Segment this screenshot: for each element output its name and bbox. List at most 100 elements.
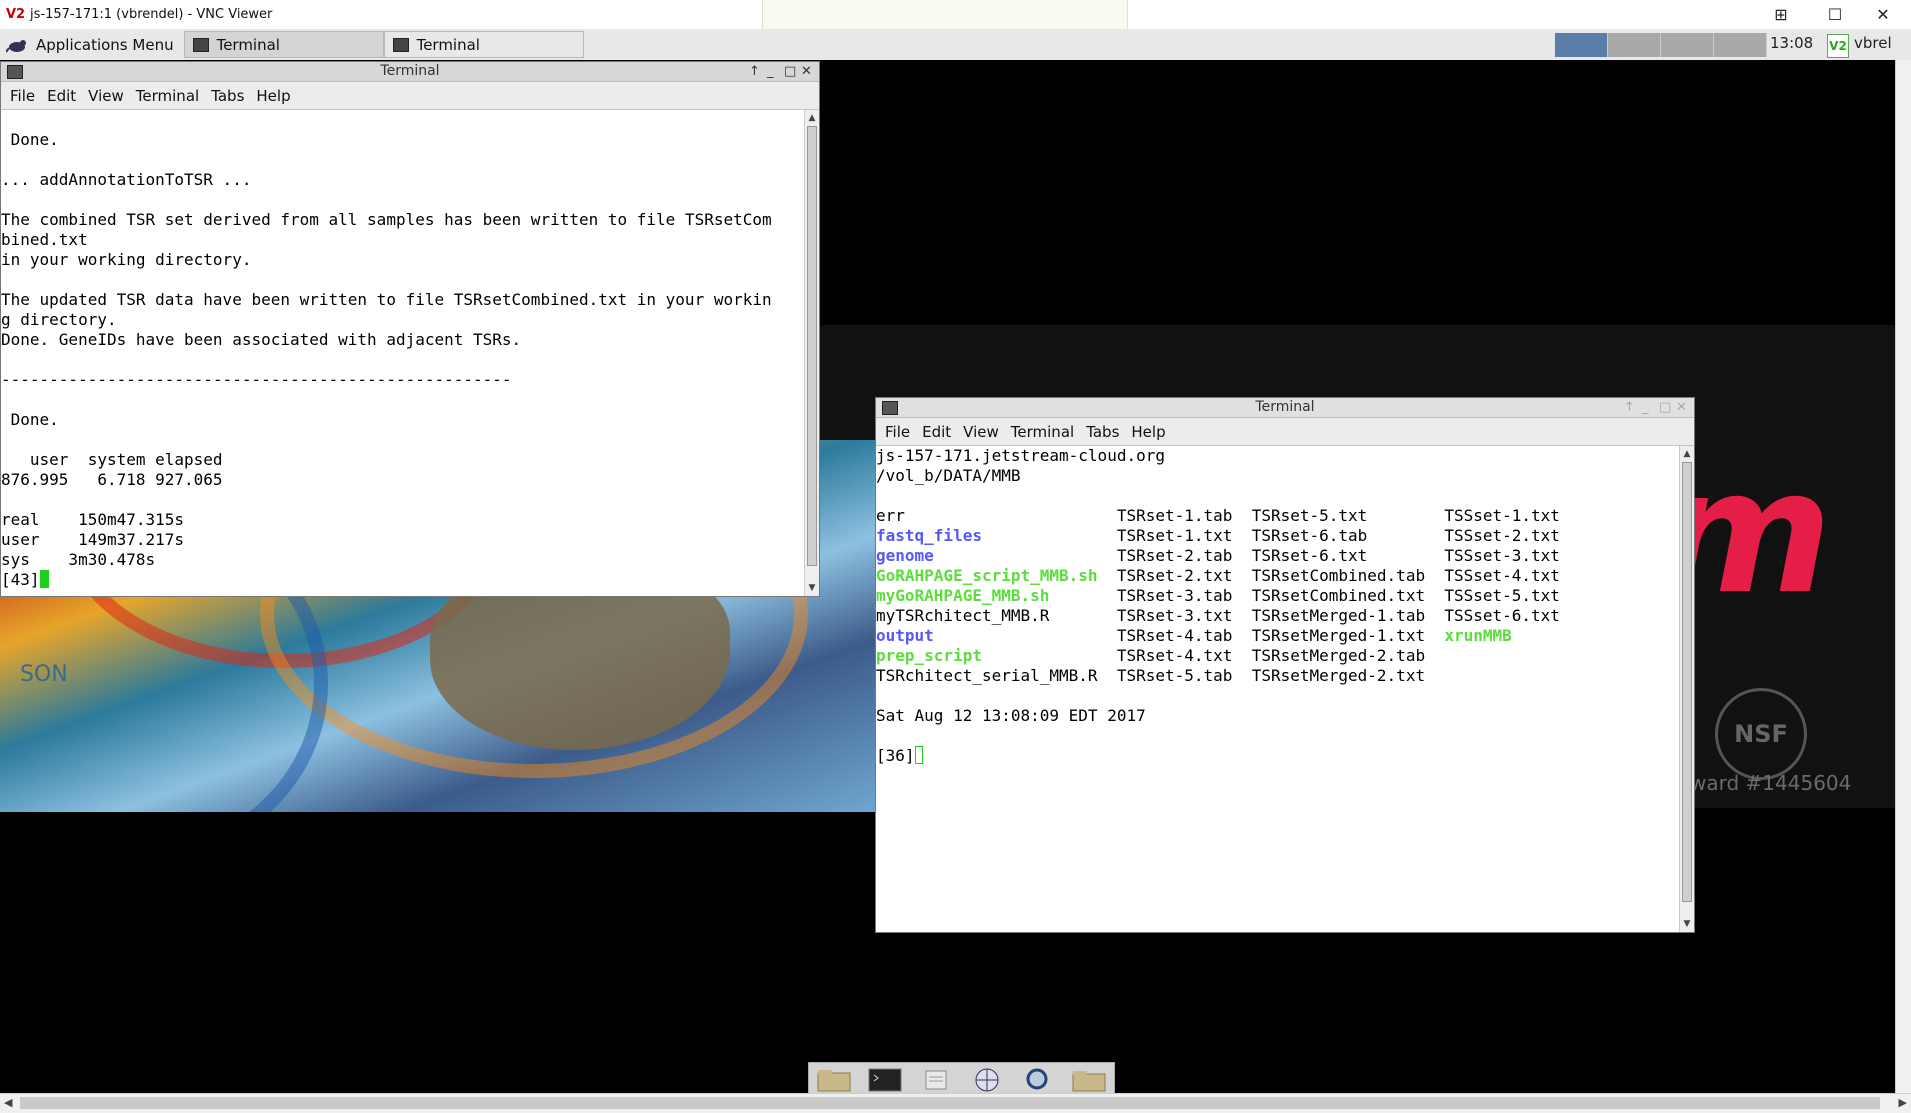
- terminal-scrollbar[interactable]: ▲ ▼: [1679, 446, 1694, 932]
- menu-file[interactable]: File: [885, 423, 910, 441]
- wallpaper-award-text: ward #1445604: [1690, 771, 1852, 795]
- file-entry: TSRsetMerged-1.txt: [1251, 626, 1426, 645]
- menu-terminal[interactable]: Terminal: [1011, 423, 1074, 441]
- shade-icon[interactable]: ↑: [749, 62, 760, 81]
- scroll-left-icon[interactable]: ◀: [4, 1096, 12, 1109]
- scroll-down-icon[interactable]: ▼: [806, 582, 818, 594]
- taskbar-item-terminal-2[interactable]: Terminal: [383, 31, 584, 58]
- file-entry: TSRset-4.txt: [1116, 646, 1233, 665]
- scroll-up-icon[interactable]: ▲: [1681, 448, 1693, 460]
- panel-user-label[interactable]: vbrel: [1854, 34, 1892, 52]
- executable-entry: myGoRAHPAGE_MMB.sh: [876, 586, 1050, 605]
- file-entry: TSRset-6.tab: [1251, 526, 1368, 545]
- file-entry: TSRsetCombined.tab: [1251, 566, 1426, 585]
- vnc-horizontal-scrollbar[interactable]: ◀ ▶: [0, 1093, 1911, 1113]
- file-entry: TSSset-5.txt: [1444, 586, 1560, 605]
- terminal-menubar: File Edit View Terminal Tabs Help: [1, 82, 819, 110]
- close-icon[interactable]: ✕: [801, 62, 812, 81]
- scroll-down-icon[interactable]: ▼: [1681, 918, 1693, 930]
- executable-entry: GoRAHPAGE_script_MMB.sh: [876, 566, 1098, 585]
- window-titlebar[interactable]: Terminal ↑ _ □ ✕: [876, 398, 1694, 418]
- taskbar-item-label: Terminal: [416, 35, 480, 54]
- directory-entry: output: [876, 626, 934, 645]
- file-entry: TSRsetCombined.txt: [1251, 586, 1426, 605]
- menu-view[interactable]: View: [88, 87, 124, 105]
- menu-file[interactable]: File: [10, 87, 35, 105]
- listing-row: prep_script TSRset-4.txt TSRsetMerged-2.…: [876, 646, 1680, 666]
- file-entry: TSRsetMerged-2.tab: [1251, 646, 1426, 665]
- text-cursor: [39, 570, 49, 588]
- workspace-4[interactable]: [1714, 33, 1767, 57]
- blank-line: [876, 726, 1680, 746]
- terminal-output[interactable]: js-157-171.jetstream-cloud.org /vol_b/DA…: [876, 446, 1680, 932]
- applications-menu-button[interactable]: Applications Menu: [0, 30, 184, 59]
- vnc-toolbar-handle[interactable]: [762, 0, 1128, 32]
- file-entry: TSRset-5.txt: [1251, 506, 1368, 525]
- maximize-icon[interactable]: ☐: [1812, 0, 1858, 29]
- terminal-menubar: File Edit View Terminal Tabs Help: [876, 418, 1694, 446]
- directory-listing: err TSRset-1.tab TSRset-5.txt TSSset-1.t…: [876, 506, 1680, 686]
- scroll-right-icon[interactable]: ▶: [1899, 1096, 1907, 1109]
- vnc-options-icon[interactable]: ⊞: [1758, 0, 1804, 29]
- directory-entry: genome: [876, 546, 934, 565]
- workspace-2[interactable]: [1608, 33, 1661, 57]
- window-titlebar[interactable]: Terminal ↑ _ □ ✕: [1, 62, 819, 82]
- applications-menu-label: Applications Menu: [36, 35, 174, 54]
- minimize-icon[interactable]: _: [1642, 398, 1649, 417]
- menu-help[interactable]: Help: [1131, 423, 1165, 441]
- close-icon[interactable]: ✕: [1676, 398, 1687, 417]
- search-icon[interactable]: [1020, 1067, 1056, 1093]
- scrollbar-thumb[interactable]: [1682, 462, 1692, 902]
- listing-row: myGoRAHPAGE_MMB.sh TSRset-3.tab TSRsetCo…: [876, 586, 1680, 606]
- window-title: Terminal: [380, 63, 440, 79]
- menu-edit[interactable]: Edit: [922, 423, 951, 441]
- workspace-3[interactable]: [1661, 33, 1714, 57]
- file-entry: TSRsetMerged-2.txt: [1251, 666, 1426, 685]
- hostname-line: js-157-171.jetstream-cloud.org: [876, 446, 1165, 465]
- vnc-vertical-scrollbar[interactable]: [1895, 60, 1911, 1093]
- terminal-window-2[interactable]: Terminal ↑ _ □ ✕ File Edit View Terminal…: [875, 397, 1695, 933]
- scrollbar-thumb[interactable]: [807, 126, 817, 566]
- maximize-icon[interactable]: □: [1659, 398, 1671, 417]
- taskbar-item-terminal-1[interactable]: Terminal: [183, 31, 384, 58]
- file-entry: TSRset-1.txt: [1116, 526, 1233, 545]
- file-entry: myTSRchitect_MMB.R: [876, 606, 1050, 625]
- panel-clock[interactable]: 13:08: [1770, 34, 1813, 52]
- web-browser-icon[interactable]: [969, 1067, 1005, 1093]
- menu-tabs[interactable]: Tabs: [211, 87, 244, 105]
- menu-terminal[interactable]: Terminal: [136, 87, 199, 105]
- menu-help[interactable]: Help: [256, 87, 290, 105]
- workspace-1[interactable]: [1555, 33, 1608, 57]
- terminal-output[interactable]: Done. ... addAnnotationToTSR ... The com…: [1, 110, 805, 596]
- menu-tabs[interactable]: Tabs: [1086, 423, 1119, 441]
- file-entry: TSRset-2.txt: [1116, 566, 1233, 585]
- file-manager-icon[interactable]: [918, 1067, 954, 1093]
- menu-edit[interactable]: Edit: [47, 87, 76, 105]
- terminal-launcher-icon[interactable]: [867, 1067, 903, 1093]
- terminal-scrollbar[interactable]: ▲ ▼: [804, 110, 819, 596]
- vnc-tray-icon[interactable]: V2: [1827, 34, 1849, 58]
- xfce-mouse-icon: [6, 39, 26, 53]
- vnc-window-title: js-157-171:1 (vbrendel) - VNC Viewer: [30, 7, 273, 22]
- terminal-icon: [882, 401, 898, 415]
- shell-prompt: [43]: [1, 570, 40, 589]
- file-entry: TSSset-1.txt: [1444, 506, 1560, 525]
- scroll-up-icon[interactable]: ▲: [806, 112, 818, 124]
- minimize-icon[interactable]: _: [767, 62, 774, 81]
- terminal-window-1[interactable]: Terminal ↑ _ □ ✕ File Edit View Terminal…: [0, 61, 820, 597]
- menu-view[interactable]: View: [963, 423, 999, 441]
- scrollbar-thumb[interactable]: [20, 1097, 1880, 1109]
- text-cursor: [914, 746, 923, 764]
- listing-row: output TSRset-4.tab TSRsetMerged-1.txt x…: [876, 626, 1680, 646]
- taskbar-item-label: Terminal: [216, 35, 280, 54]
- close-icon[interactable]: ✕: [1860, 0, 1906, 29]
- file-entry: TSRset-1.tab: [1116, 506, 1233, 525]
- shell-prompt: [36]: [876, 746, 915, 765]
- maximize-icon[interactable]: □: [784, 62, 796, 81]
- wallpaper-text-son: SON: [20, 662, 68, 687]
- cwd-line: /vol_b/DATA/MMB: [876, 466, 1021, 485]
- shade-icon[interactable]: ↑: [1624, 398, 1635, 417]
- home-folder-icon[interactable]: [816, 1067, 852, 1093]
- folder-icon[interactable]: [1071, 1067, 1107, 1093]
- file-entry: TSRset-2.tab: [1116, 546, 1233, 565]
